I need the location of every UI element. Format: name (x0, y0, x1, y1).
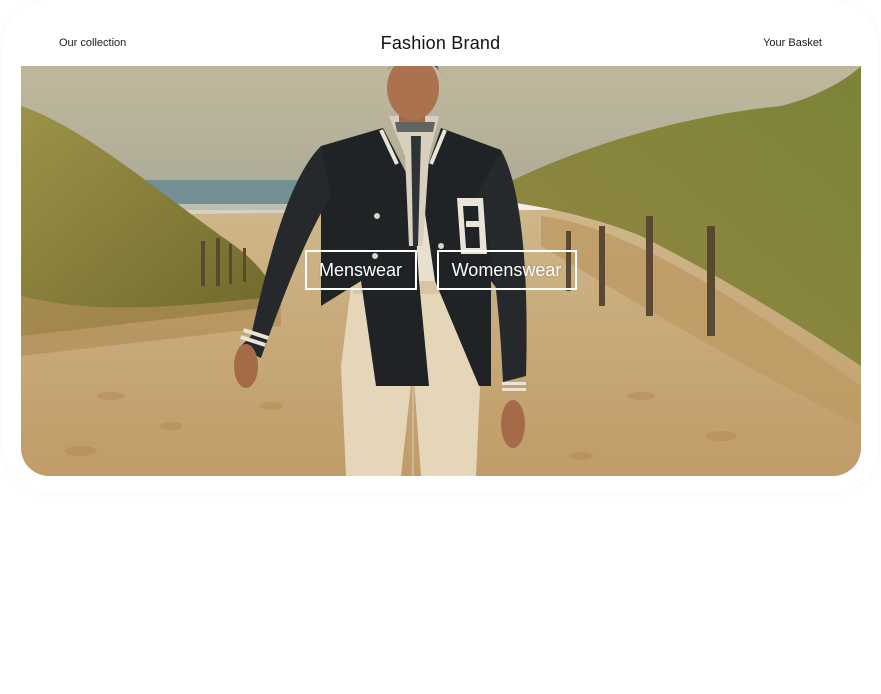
menswear-button[interactable]: Menswear (304, 250, 417, 290)
womenswear-button[interactable]: Womenswear (436, 250, 577, 290)
category-buttons: Menswear Womenswear (21, 250, 861, 290)
site-header: Our collection Fashion Brand Your Basket (0, 0, 881, 66)
basket-link[interactable]: Your Basket (763, 37, 822, 49)
hero-banner: Menswear Womenswear (21, 66, 861, 476)
brand-logo[interactable]: Fashion Brand (0, 33, 881, 54)
